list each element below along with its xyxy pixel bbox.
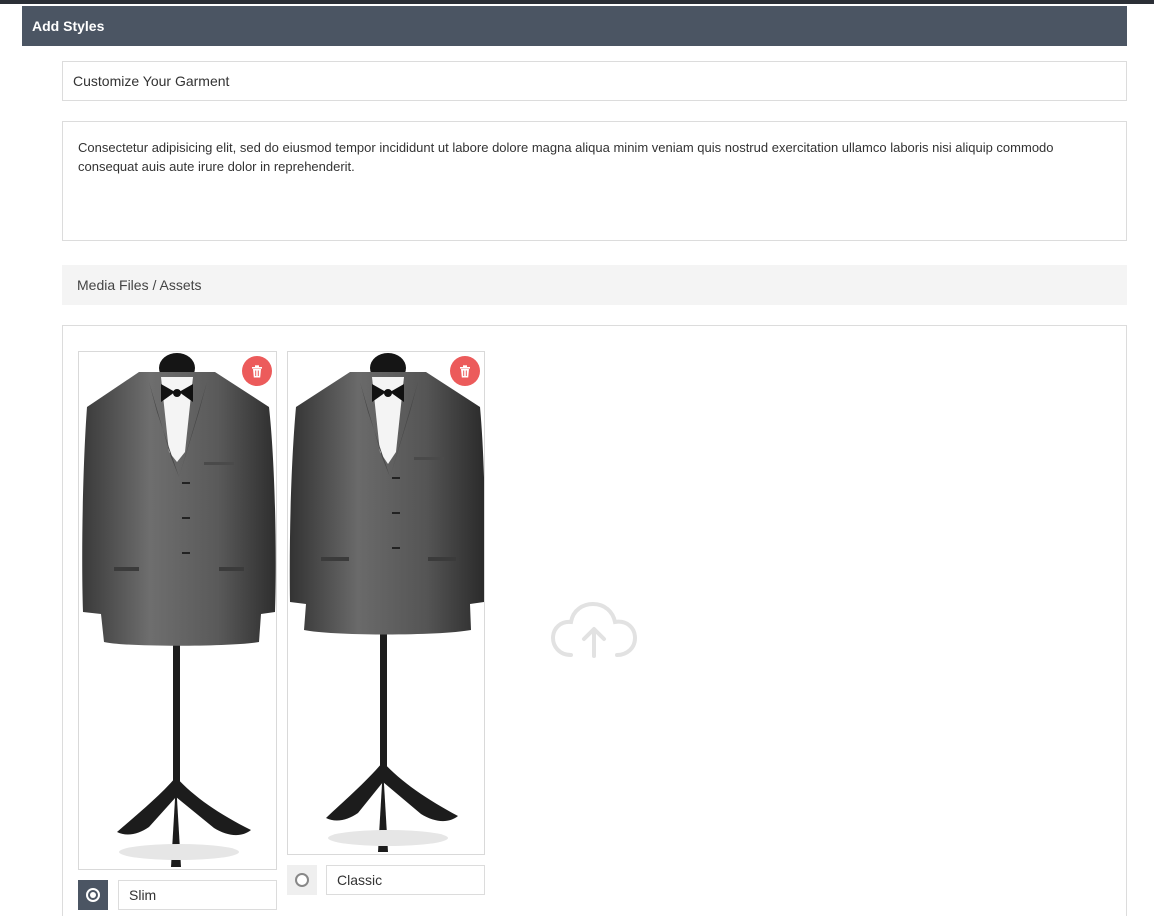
radio-unchecked-icon <box>295 873 309 887</box>
upload-button[interactable] <box>549 600 639 665</box>
top-strip <box>0 0 1154 4</box>
trash-icon <box>460 364 470 377</box>
radio-checked-icon <box>86 888 100 902</box>
style-name-slim-input[interactable] <box>118 880 277 910</box>
select-slim-radio[interactable] <box>78 880 108 910</box>
media-section-header: Media Files / Assets <box>62 265 1127 305</box>
cloud-upload-icon <box>550 601 638 658</box>
media-item-image-slim <box>78 351 277 870</box>
trash-icon <box>252 364 262 377</box>
delete-slim-button[interactable] <box>242 356 272 386</box>
panel-title: Add Styles <box>22 6 1127 46</box>
style-title-input[interactable] <box>62 61 1127 101</box>
delete-classic-button[interactable] <box>450 356 480 386</box>
style-description-textarea[interactable]: Consectetur adipisicing elit, sed do eiu… <box>62 121 1127 241</box>
select-classic-radio[interactable] <box>287 865 317 895</box>
media-item-image-classic <box>287 351 485 855</box>
style-name-classic-input[interactable] <box>326 865 485 895</box>
